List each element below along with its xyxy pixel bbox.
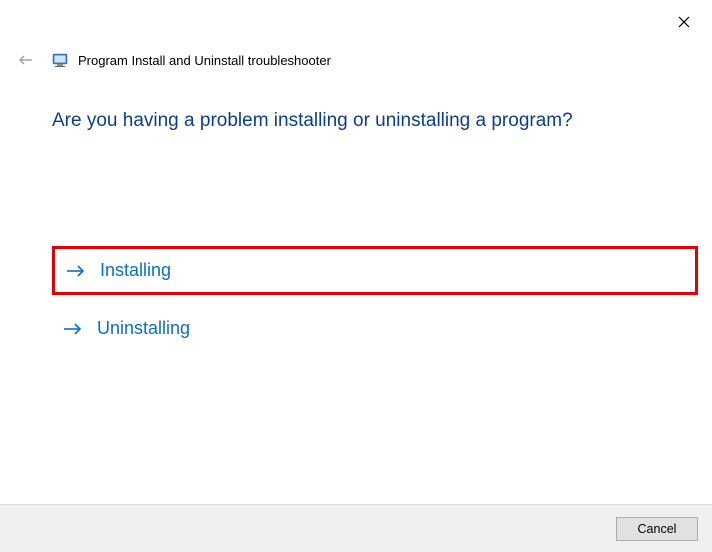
window-title: Program Install and Uninstall troublesho… — [78, 53, 331, 68]
close-icon — [678, 16, 690, 28]
troubleshooter-icon — [52, 52, 68, 68]
arrow-right-icon — [65, 262, 87, 280]
cancel-button[interactable]: Cancel — [616, 517, 698, 541]
footer-bar: Cancel — [0, 504, 712, 552]
options-list: Installing Uninstalling — [52, 246, 698, 350]
option-label: Uninstalling — [97, 318, 190, 339]
option-label: Installing — [100, 260, 171, 281]
back-button[interactable] — [14, 48, 38, 72]
arrow-right-icon — [62, 320, 84, 338]
close-button[interactable] — [674, 12, 694, 32]
page-question: Are you having a problem installing or u… — [52, 110, 573, 132]
arrow-left-icon — [17, 51, 35, 69]
header-row: Program Install and Uninstall troublesho… — [14, 48, 331, 72]
option-installing[interactable]: Installing — [52, 246, 698, 295]
option-uninstalling[interactable]: Uninstalling — [52, 307, 698, 350]
